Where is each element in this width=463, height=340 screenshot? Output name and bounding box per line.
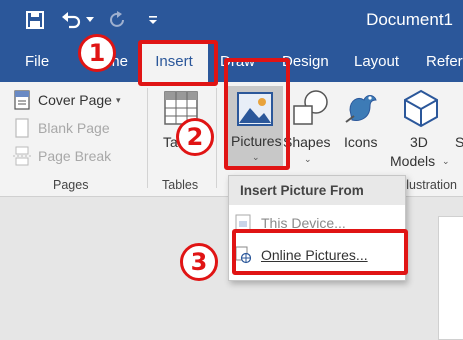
annotation-highlight-pictures [224, 58, 290, 170]
tab-layout[interactable]: Layout [354, 42, 399, 82]
page-break-button[interactable]: Page Break [12, 144, 111, 168]
cover-page-button[interactable]: Cover Page ▾ [12, 88, 120, 112]
blank-page-icon [12, 118, 32, 138]
customize-quick-access-icon[interactable] [146, 9, 160, 31]
3d-models-label-line1[interactable]: 3D [410, 134, 428, 150]
document-page[interactable] [438, 216, 463, 340]
3d-models-label-line2[interactable]: Models [390, 153, 435, 169]
save-icon[interactable] [24, 9, 46, 31]
group-divider [216, 88, 217, 188]
tab-file[interactable]: File [25, 42, 49, 82]
chevron-down-icon: ▾ [115, 94, 121, 105]
menu-header: Insert Picture From [229, 176, 405, 205]
page-break-label: Page Break [38, 148, 112, 164]
group-divider [147, 88, 148, 188]
annotation-step-2: 2 [176, 118, 214, 156]
illustrations-group-label: Illustration [400, 178, 457, 192]
shapes-label[interactable]: Shapes [283, 134, 330, 150]
annotation-step-3: 3 [180, 243, 218, 281]
title-bar: Document1 [0, 0, 463, 42]
tables-group-label: Tables [162, 178, 199, 192]
3d-models-icon[interactable] [402, 88, 440, 128]
page-break-icon [12, 146, 32, 166]
undo-dropdown-icon[interactable] [85, 9, 95, 31]
shapes-icon[interactable] [290, 88, 330, 128]
blank-page-label: Blank Page [38, 120, 110, 136]
cover-page-label: Cover Page [38, 92, 112, 108]
annotation-highlight-online-pictures [232, 229, 408, 275]
annotation-step-1: 1 [78, 34, 116, 72]
cover-page-icon [12, 90, 32, 110]
undo-icon[interactable] [60, 9, 82, 31]
chevron-down-icon: ⌄ [304, 154, 312, 164]
icons-label[interactable]: Icons [344, 134, 377, 150]
redo-icon[interactable] [107, 9, 129, 31]
cut-off-ribbon-button[interactable]: S [455, 134, 463, 150]
pages-group-label: Pages [53, 178, 89, 192]
annotation-highlight-insert-tab [138, 40, 218, 86]
chevron-down-icon: ⌄ [442, 156, 450, 166]
tab-references[interactable]: Refere [426, 42, 463, 82]
document-title: Document1 [366, 10, 453, 29]
blank-page-button[interactable]: Blank Page [12, 116, 110, 140]
icons-icon[interactable] [342, 88, 380, 128]
